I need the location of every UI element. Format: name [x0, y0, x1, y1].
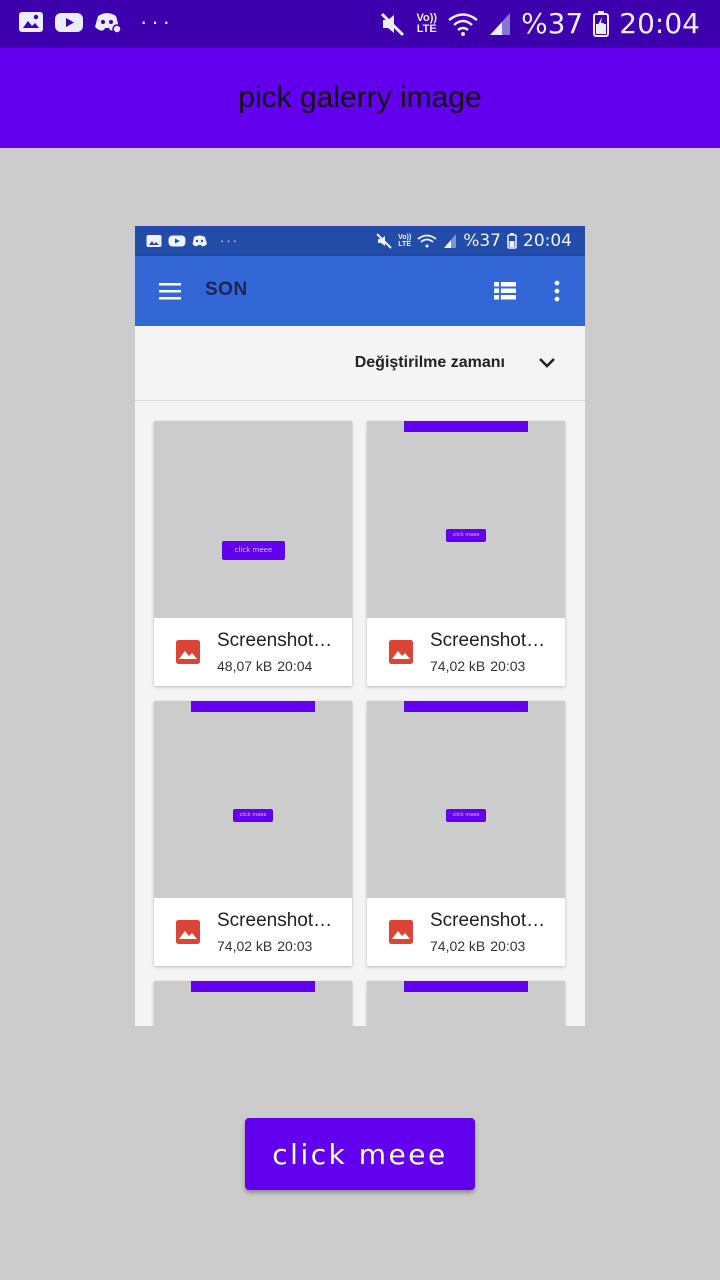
file-time: 20:03	[490, 938, 526, 954]
file-meta: 74,02 kB 20:03	[430, 938, 525, 954]
image-thumbnail	[367, 981, 565, 1026]
battery-percent: %37	[521, 7, 584, 40]
image-card[interactable]: click meee Screenshot… 48,07 kB 20:04	[154, 421, 352, 686]
battery-icon	[507, 233, 517, 249]
more-options-icon[interactable]	[551, 279, 563, 303]
thumbnail-button: click meee	[222, 541, 285, 560]
thumbnail-button: click meee	[446, 809, 486, 822]
menu-icon[interactable]	[159, 282, 181, 300]
thumbnail-app-bar	[404, 421, 528, 432]
wifi-icon	[448, 13, 478, 36]
clock: 20:04	[619, 7, 700, 40]
thumbnail-app-bar	[404, 981, 528, 992]
file-time: 20:03	[277, 938, 313, 954]
image-card[interactable]: click meee Screenshot… 74,02 kB 20:03	[367, 421, 565, 686]
picker-status-bar: ··· Vo)) LTE %37 20:04	[135, 226, 585, 256]
image-thumbnail: click meee	[367, 701, 565, 898]
file-time: 20:04	[277, 658, 313, 674]
chevron-down-icon[interactable]	[537, 356, 557, 370]
sort-bar: Değiştirilme zamanı	[135, 326, 585, 401]
youtube-icon	[55, 13, 83, 32]
file-size: 48,07 kB	[217, 658, 273, 674]
file-name: Screenshot…	[217, 630, 333, 651]
list-view-icon[interactable]	[494, 281, 516, 301]
discord-icon	[95, 13, 122, 34]
image-card[interactable]	[154, 981, 352, 1026]
file-size: 74,02 kB	[430, 938, 486, 954]
volte-indicator: Vo)) LTE	[398, 234, 412, 248]
image-icon	[176, 640, 200, 664]
thumbnail-button: click meee	[446, 529, 486, 542]
signal-icon	[444, 234, 457, 248]
status-bar-system: Vo)) LTE %37 20:04	[380, 6, 700, 42]
image-thumbnail	[154, 981, 352, 1026]
file-size: 74,02 kB	[430, 658, 486, 674]
mute-icon	[381, 12, 405, 37]
file-meta: 74,02 kB 20:03	[430, 658, 525, 674]
file-name: Screenshot…	[430, 630, 546, 651]
sort-order-label[interactable]: Değiştirilme zamanı	[355, 354, 505, 372]
wifi-icon	[417, 234, 437, 248]
image-info: Screenshot… 74,02 kB 20:03	[154, 898, 352, 966]
clock: 20:04	[523, 231, 572, 251]
more-notifications-icon: ···	[140, 9, 174, 34]
image-info: Screenshot… 48,07 kB 20:04	[154, 618, 352, 686]
file-name: Screenshot…	[430, 910, 546, 931]
thumbnail-app-bar	[191, 701, 315, 712]
volte-indicator: Vo)) LTE	[416, 12, 438, 35]
file-time: 20:03	[490, 658, 526, 674]
image-info: Screenshot… 74,02 kB 20:03	[367, 898, 565, 966]
image-info: Screenshot… 74,02 kB 20:03	[367, 618, 565, 686]
page-title: pick galerry image	[238, 81, 482, 114]
app-bar: pick galerry image	[0, 48, 720, 148]
status-bar: ··· Vo)) LTE %37 20:04	[0, 0, 720, 48]
click-me-button[interactable]: click meee	[245, 1118, 475, 1190]
image-thumbnail: click meee	[367, 421, 565, 618]
more-notifications-icon: ···	[220, 233, 239, 248]
thumbnail-app-bar	[404, 701, 528, 712]
image-card[interactable]	[367, 981, 565, 1026]
image-card[interactable]: click meee Screenshot… 74,02 kB 20:03	[154, 701, 352, 966]
picker-title: SON	[205, 279, 248, 300]
youtube-icon	[168, 235, 186, 246]
mute-icon	[376, 233, 392, 249]
image-icon	[389, 640, 413, 664]
picked-image-preview: ··· Vo)) LTE %37 20:04 SON Değiştirilme …	[135, 226, 585, 1026]
gallery-icon	[19, 12, 43, 32]
image-thumbnail: click meee	[154, 701, 352, 898]
gallery-icon	[146, 234, 162, 247]
thumbnail-button: click meee	[233, 809, 273, 822]
picker-toolbar: SON	[135, 256, 585, 326]
picker-status-system: Vo)) LTE %37 20:04	[376, 229, 572, 253]
status-bar-notifications: ···	[18, 10, 174, 34]
picker-status-notifications: ···	[146, 233, 239, 248]
file-size: 74,02 kB	[217, 938, 273, 954]
image-thumbnail: click meee	[154, 421, 352, 618]
file-meta: 48,07 kB 20:04	[217, 658, 312, 674]
battery-percent: %37	[463, 231, 501, 251]
discord-icon	[192, 235, 207, 246]
image-card[interactable]: click meee Screenshot… 74,02 kB 20:03	[367, 701, 565, 966]
battery-icon	[593, 11, 610, 37]
thumbnail-app-bar	[191, 981, 315, 992]
file-meta: 74,02 kB 20:03	[217, 938, 312, 954]
image-icon	[389, 920, 413, 944]
signal-icon	[490, 13, 511, 35]
image-icon	[176, 920, 200, 944]
file-name: Screenshot…	[217, 910, 333, 931]
